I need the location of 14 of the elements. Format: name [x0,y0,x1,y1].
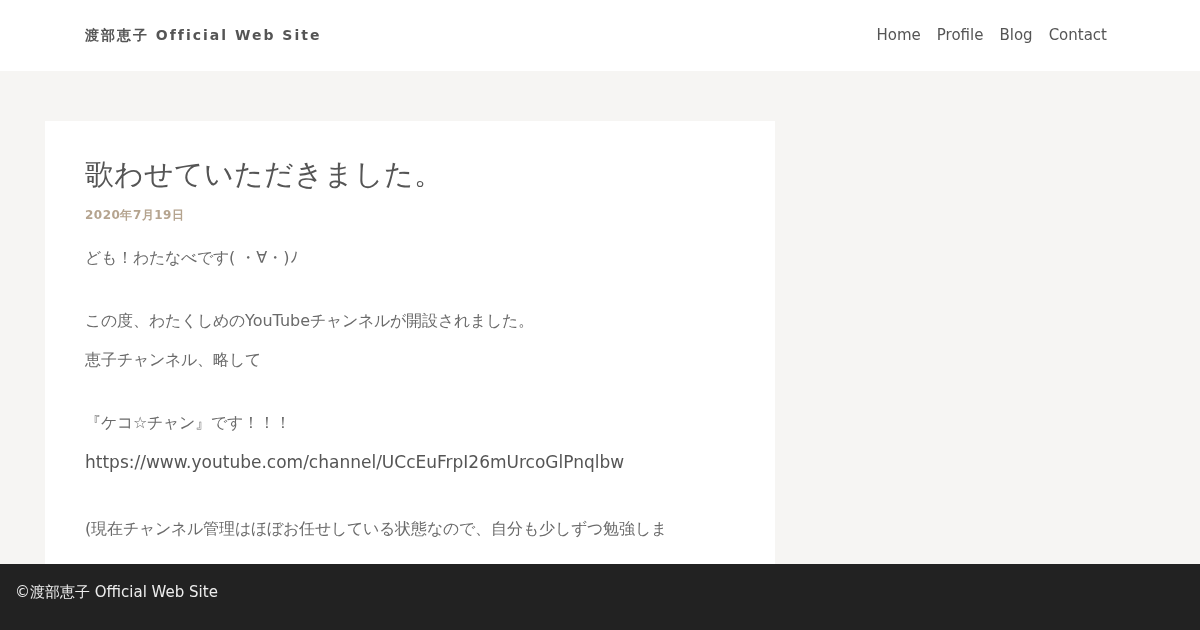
paragraph: (現在チャンネル管理はほぼお任せしている状態なので、自分も少しずつ勉強しま [85,518,669,541]
nav-link[interactable]: Blog [999,24,1033,47]
paragraph: ども！わたなべです( ・∀・)ﾉ [85,246,299,269]
site-title[interactable]: 渡部恵子 Official Web Site [85,25,322,46]
copyright-text: ©渡部恵子 Official Web Site [15,583,218,601]
nav-link[interactable]: Contact [1048,24,1107,47]
paragraph: 『ケコ☆チャン』です！！！ [85,411,293,434]
channel-link[interactable]: https://www.youtube.com/channel/UCcEuFrpI26mUrcoGlPnqlbw [85,449,625,476]
paragraph: この度、わたくしめのYouTubeチャンネルが開設されました。 [85,309,536,332]
post-date: 2020年7月19日 [85,206,186,224]
nav-link[interactable]: Profile [936,24,984,47]
post-title: 歌わせていただきました。 [85,157,444,192]
paragraph: 恵子チャンネル、略して [85,348,262,371]
nav-link[interactable]: Home [876,24,921,47]
